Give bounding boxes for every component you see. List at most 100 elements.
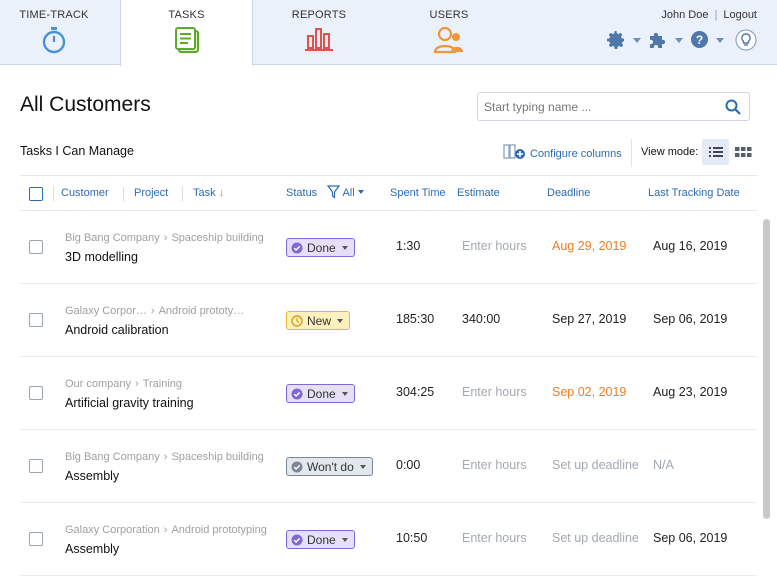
list-view-button[interactable] (702, 139, 729, 165)
deadline-field[interactable]: Sep 27, 2019 (552, 312, 626, 326)
column-header-project[interactable]: Project (134, 187, 168, 199)
project-link[interactable]: Android prototyping (171, 524, 266, 536)
column-header-deadline[interactable]: Deadline (547, 187, 590, 199)
list-icon (702, 147, 729, 169)
spent-time[interactable]: 0:00 (396, 458, 420, 472)
project-link[interactable]: Spaceship building (171, 451, 263, 463)
task-name[interactable]: Assembly (65, 469, 119, 483)
user-bar: John Doe | Logout (661, 9, 757, 21)
last-tracking-date: Sep 06, 2019 (653, 531, 728, 545)
filter-icon (326, 185, 342, 202)
configure-columns-button[interactable]: Configure columns (503, 144, 622, 163)
row-checkbox[interactable] (29, 532, 43, 546)
svg-text:?: ? (696, 33, 703, 47)
column-header-estimate[interactable]: Estimate (457, 187, 500, 199)
tab-tasks[interactable]: TASKS (120, 0, 253, 66)
customer-link[interactable]: Big Bang Company (65, 451, 160, 463)
tab-users[interactable]: USERS (389, 0, 509, 65)
status-dropdown[interactable]: New (286, 311, 351, 330)
status-label: Done (307, 386, 336, 401)
row-checkbox[interactable] (29, 313, 43, 327)
customer-link[interactable]: Big Bang Company (65, 232, 160, 244)
chevron-down-icon (341, 537, 348, 542)
task-name[interactable]: Artificial gravity training (65, 396, 194, 410)
chevron-right-icon: › (163, 232, 168, 244)
column-header-last-tracking-date[interactable]: Last Tracking Date (648, 187, 740, 199)
grid-view-button[interactable] (731, 139, 755, 165)
row-checkbox[interactable] (29, 459, 43, 473)
clock-icon (291, 314, 303, 327)
spent-time[interactable]: 185:30 (396, 312, 434, 326)
stopwatch-icon (41, 26, 67, 59)
customer-link[interactable]: Galaxy Corpor… (65, 305, 147, 317)
project-link[interactable]: Android prototy… (159, 305, 245, 317)
gear-icon (606, 31, 630, 54)
deadline-field[interactable]: Aug 29, 2019 (552, 239, 626, 253)
status-dropdown[interactable]: Won't do (286, 457, 373, 476)
row-checkbox[interactable] (29, 240, 43, 254)
settings-menu[interactable] (606, 30, 642, 54)
section-subtitle: Tasks I Can Manage (20, 144, 134, 158)
lightbulb-icon (735, 29, 757, 55)
task-name[interactable]: Assembly (65, 542, 119, 556)
deadline-field[interactable]: Set up deadline (552, 531, 639, 545)
select-all-checkbox[interactable] (29, 187, 43, 201)
search-icon[interactable] (725, 99, 741, 120)
customer-link[interactable]: Our company (65, 378, 131, 390)
column-header-customer[interactable]: Customer (61, 187, 109, 199)
tab-users-label: USERS (429, 9, 469, 21)
status-filter[interactable]: All (326, 185, 364, 202)
status-dropdown[interactable]: Done (286, 238, 355, 257)
project-link[interactable]: Training (143, 378, 182, 390)
column-header-spent-time[interactable]: Spent Time (390, 187, 446, 199)
project-link[interactable]: Spaceship building (171, 232, 263, 244)
status-dropdown[interactable]: Done (286, 530, 355, 549)
spent-time[interactable]: 1:30 (396, 239, 420, 253)
spent-time[interactable]: 304:25 (396, 385, 434, 399)
logout-link[interactable]: Logout (723, 9, 757, 21)
chevron-right-icon: › (163, 524, 168, 536)
customer-link[interactable]: Galaxy Corporation (65, 524, 160, 536)
estimate-field[interactable]: Enter hours (462, 531, 527, 545)
table-row[interactable]: Galaxy Corpor… › Android prototy… Android c… (20, 284, 757, 357)
estimate-field[interactable]: Enter hours (462, 239, 527, 253)
chevron-down-icon (337, 318, 344, 323)
deadline-field[interactable]: Sep 02, 2019 (552, 385, 626, 399)
table-row[interactable]: Big Bang Company › Spaceship building 3D mo… (20, 211, 757, 284)
table-row[interactable]: Big Bang Company › Spaceship building Assem… (20, 430, 757, 503)
spent-time[interactable]: 10:50 (396, 531, 427, 545)
column-header-status[interactable]: Status (286, 187, 317, 199)
search-input[interactable] (478, 93, 708, 120)
estimate-field[interactable]: Enter hours (462, 458, 527, 472)
deadline-field[interactable]: Set up deadline (552, 458, 639, 472)
task-name[interactable]: 3D modelling (65, 250, 138, 264)
chevron-down-icon (359, 464, 366, 469)
user-name[interactable]: John Doe (661, 9, 708, 21)
help-menu[interactable]: ? (690, 30, 725, 52)
task-name[interactable]: Android calibration (65, 323, 169, 337)
status-dropdown[interactable]: Done (286, 384, 355, 403)
tab-time-track-label: TIME-TRACK (19, 9, 89, 21)
chevron-down-icon (675, 38, 684, 43)
estimate-field[interactable]: 340:00 (462, 312, 500, 326)
estimate-field[interactable]: Enter hours (462, 385, 527, 399)
view-mode-label: View mode: (641, 146, 699, 158)
users-icon (433, 26, 465, 59)
check-circle-icon (291, 534, 303, 546)
table-row[interactable]: Our company › Training Artificial gravity t… (20, 357, 757, 430)
top-nav: TIME-TRACK TASKS REPORTS USERS John Doe … (0, 0, 777, 66)
row-checkbox[interactable] (29, 386, 43, 400)
table-row[interactable]: Galaxy Corporation › Android prototyping As… (20, 503, 757, 576)
tab-reports[interactable]: REPORTS (259, 0, 379, 65)
addons-menu[interactable] (648, 30, 684, 52)
tab-time-track[interactable]: TIME-TRACK (0, 0, 108, 65)
scrollbar[interactable] (763, 219, 770, 519)
status-label: New (307, 313, 332, 328)
configure-columns-label: Configure columns (530, 147, 622, 160)
chevron-down-icon (357, 190, 364, 194)
status-filter-value: All (342, 187, 355, 199)
tips-button[interactable] (735, 29, 757, 51)
column-header-task[interactable]: Task ↓ (193, 187, 224, 199)
chevron-right-icon: › (150, 305, 155, 317)
column-header-task-label: Task (193, 187, 216, 199)
